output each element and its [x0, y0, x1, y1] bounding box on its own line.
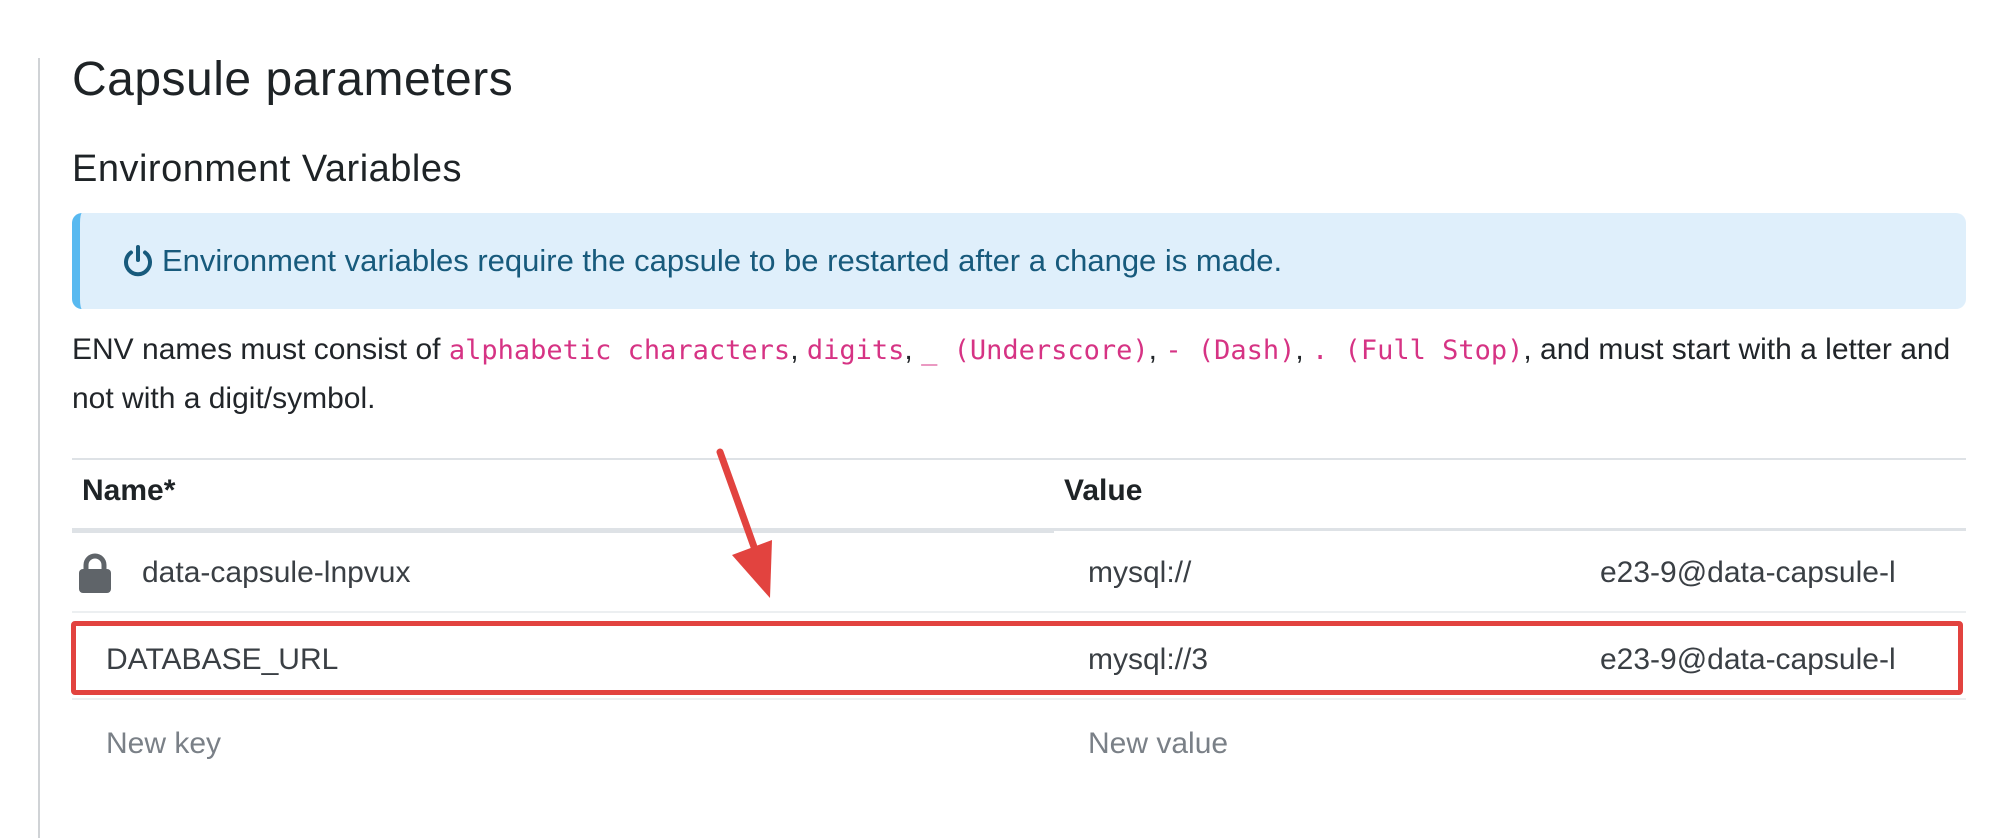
- new-key-input[interactable]: New key: [106, 704, 221, 784]
- rule-full-stop: . (Full Stop): [1312, 335, 1524, 366]
- env-value-field[interactable]: mysql:// e23-9@data-capsule-l: [1088, 533, 1996, 613]
- rule-alphabetic: alphabetic characters: [448, 335, 791, 366]
- row-divider: [72, 611, 1966, 613]
- header-divider: [1054, 528, 1966, 531]
- rules-prefix: ENV names must consist of: [72, 333, 449, 366]
- table-top-border: [72, 458, 1966, 460]
- rules-separator: ,: [904, 333, 922, 366]
- env-value-start: mysql://: [1088, 556, 1192, 589]
- env-name-field: data-capsule-lnpvux: [142, 556, 411, 589]
- section-title: Environment Variables: [72, 148, 462, 190]
- env-value-start: mysql://3: [1088, 643, 1209, 676]
- env-row-database-url: DATABASE_URL mysql://3 e23-9@data-capsul…: [72, 620, 1966, 700]
- env-row-locked: data-capsule-lnpvux mysql:// e23-9@data-…: [72, 533, 1966, 613]
- column-header-value: Value: [1064, 474, 1143, 507]
- restart-info-alert: Environment variables require the capsul…: [72, 213, 1966, 309]
- new-value-input[interactable]: New value: [1088, 704, 1996, 784]
- rule-underscore: _ (Underscore): [921, 335, 1149, 366]
- env-name-field[interactable]: DATABASE_URL: [106, 620, 338, 700]
- rule-dash: - (Dash): [1165, 335, 1296, 366]
- power-icon: [120, 243, 156, 279]
- row-divider: [72, 698, 1966, 700]
- env-value-end: e23-9@data-capsule-l: [1600, 643, 1896, 676]
- env-row-new: New key New value: [72, 704, 1966, 784]
- rules-separator: ,: [1295, 333, 1313, 366]
- rules-separator: ,: [1148, 333, 1166, 366]
- lock-icon: [78, 553, 112, 593]
- new-value-placeholder: New value: [1088, 727, 1229, 760]
- env-value-field[interactable]: mysql://3 e23-9@data-capsule-l: [1088, 620, 1996, 700]
- rule-digits: digits: [806, 335, 905, 366]
- page-title: Capsule parameters: [72, 53, 514, 106]
- rules-separator: ,: [790, 333, 807, 366]
- column-header-name: Name*: [82, 474, 176, 507]
- env-name-rules: ENV names must consist of alphabetic cha…: [72, 326, 1952, 423]
- content-left-border: [38, 58, 40, 838]
- alert-text: Environment variables require the capsul…: [162, 243, 1283, 278]
- env-value-end: e23-9@data-capsule-l: [1600, 556, 1896, 589]
